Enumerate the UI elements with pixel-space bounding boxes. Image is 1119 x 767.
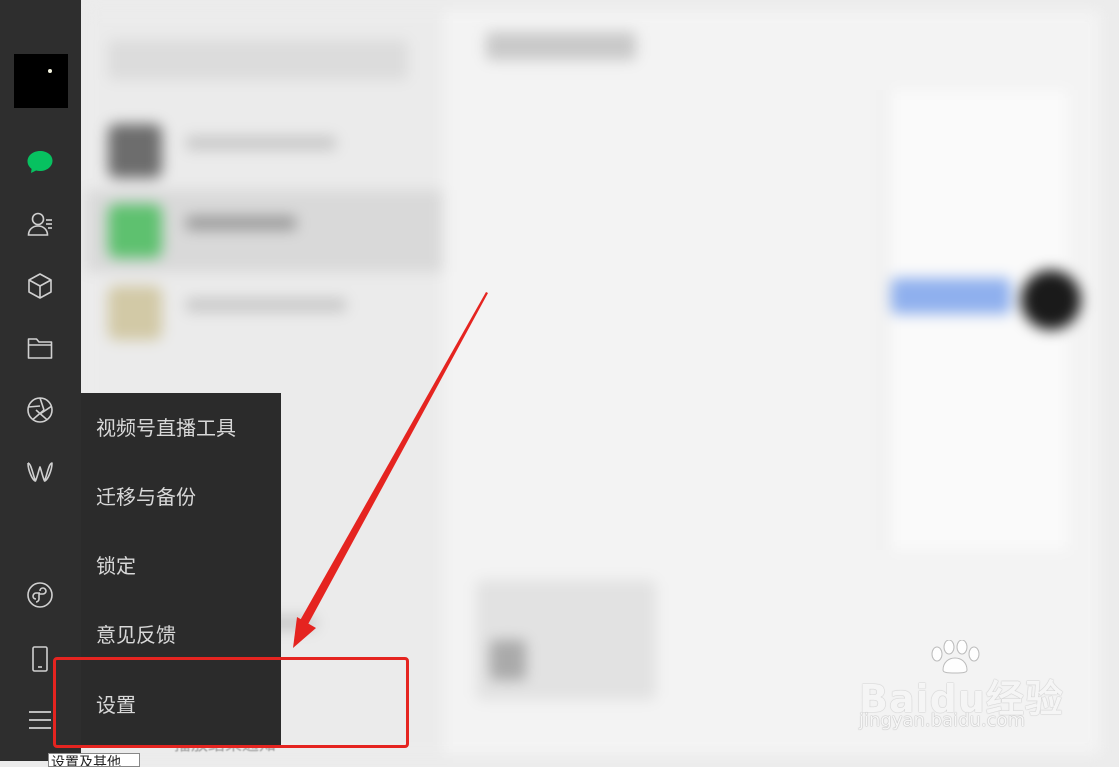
sender-avatar [1021,270,1081,330]
chat-title [486,32,636,60]
chat-icon[interactable] [22,144,58,180]
moments-icon[interactable] [22,392,58,428]
message-bubble [891,278,1011,314]
menu-item-feedback[interactable]: 意见反馈 [96,615,176,655]
menu-item-lock[interactable]: 锁定 [96,546,136,586]
watermark-url: jingyan.baidu.com [859,710,1026,731]
avatar[interactable] [14,54,68,108]
files-icon[interactable] [22,330,58,366]
chat-list-item [86,110,443,192]
channels-icon[interactable] [22,454,58,490]
mini-program-icon[interactable] [22,577,58,613]
message-card [476,580,656,700]
annotation-highlight-box [53,657,409,748]
contacts-icon[interactable] [22,206,58,242]
chat-list-item [86,272,443,354]
menu-item-live-tool[interactable]: 视频号直播工具 [96,408,236,448]
chat-list-item [86,190,443,272]
menu-tooltip: 设置及其他 [48,753,140,767]
menu-item-migrate-backup[interactable]: 迁移与备份 [96,477,196,517]
favorites-icon[interactable] [22,268,58,304]
baidu-jingyan-watermark: Baidu经验 jingyan.baidu.com [855,640,1065,740]
left-nav-rail [0,0,81,761]
search-box [108,40,408,80]
